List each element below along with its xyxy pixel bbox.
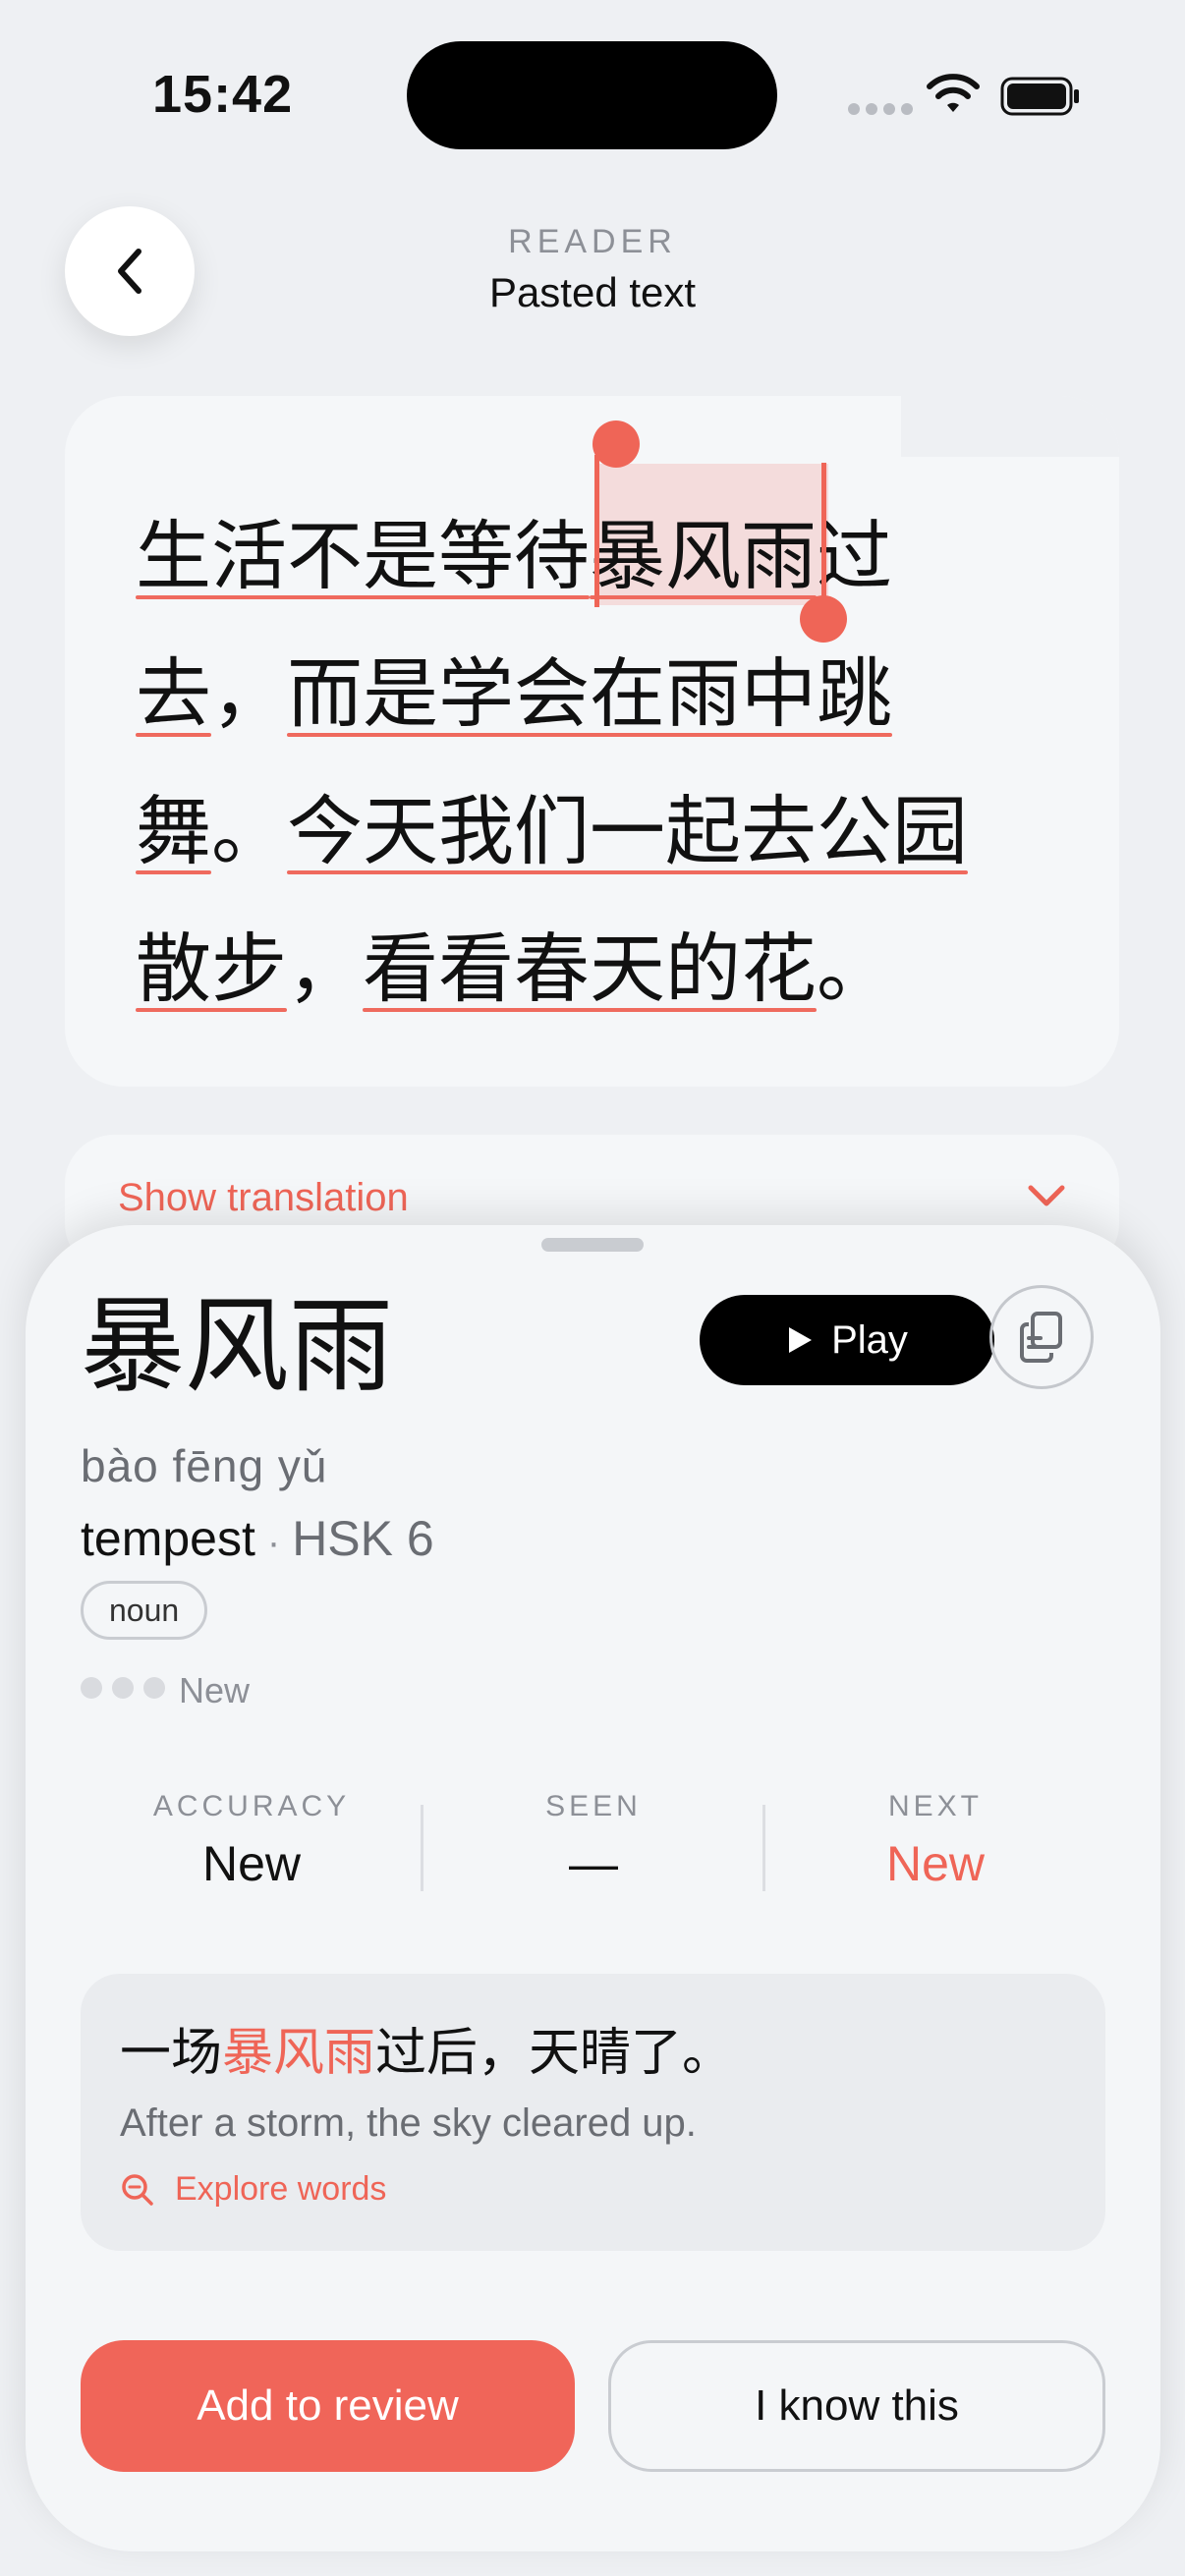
part-of-speech-chip: noun bbox=[81, 1581, 208, 1640]
play-label: Play bbox=[831, 1317, 908, 1362]
example-english: After a storm, the sky cleared up. bbox=[120, 2101, 697, 2145]
reader-word[interactable]: 今天我们一起去公园 bbox=[287, 764, 968, 902]
page-title: Pasted text bbox=[488, 269, 697, 315]
header-eyebrow: READER bbox=[508, 223, 677, 260]
copy-icon bbox=[1020, 1312, 1062, 1363]
reader-word-selected[interactable]: 暴风雨 bbox=[590, 489, 817, 627]
reader-punctuation: 。 bbox=[817, 926, 892, 1014]
selection-start-handle[interactable] bbox=[592, 420, 640, 468]
hsk-level: HSK 6 bbox=[292, 1511, 434, 1566]
play-button[interactable]: Play bbox=[700, 1295, 994, 1385]
reader-punctuation: ， bbox=[287, 926, 363, 1014]
battery-icon bbox=[1000, 77, 1079, 116]
mastery-dot bbox=[112, 1677, 134, 1699]
reader-card: 生活不是等待暴风雨过 去，而是学会在雨中跳 舞。今天我们一起去公园 散步，看看春… bbox=[65, 396, 1119, 1087]
word-status: New bbox=[179, 1670, 251, 1710]
stat-label: NEXT bbox=[887, 1790, 983, 1822]
selection-start-bar bbox=[594, 455, 599, 607]
mastery-dots bbox=[81, 1677, 165, 1699]
stat-next: NEXT New bbox=[764, 1790, 1106, 1892]
reader-punctuation: ， bbox=[211, 651, 287, 739]
reader-line: 去，而是学会在雨中跳 bbox=[136, 627, 1059, 764]
stat-value: — bbox=[569, 1836, 618, 1891]
explore-words-label: Explore words bbox=[175, 2170, 387, 2208]
example-highlight: 暴风雨 bbox=[222, 2024, 376, 2083]
reader-word[interactable]: 舞 bbox=[136, 764, 211, 902]
reader-word[interactable]: 看看春天的花 bbox=[363, 902, 817, 1039]
reader-line: 舞。今天我们一起去公园 bbox=[136, 764, 1059, 902]
reader-word[interactable]: 生活不是等待 bbox=[136, 489, 590, 627]
word-hanzi: 暴风雨 bbox=[81, 1286, 393, 1407]
i-know-this-button[interactable]: I know this bbox=[608, 2340, 1105, 2472]
example-sentence-card: 一场暴风雨过后，天晴了。 After a storm, the sky clea… bbox=[81, 1974, 1105, 2251]
copy-button[interactable] bbox=[989, 1285, 1094, 1389]
example-chinese: 一场暴风雨过后，天晴了。 bbox=[120, 2024, 734, 2083]
reader-line: 散步，看看春天的花。 bbox=[136, 902, 1059, 1039]
stat-value: New bbox=[201, 1836, 302, 1891]
cellular-signal-icon bbox=[848, 103, 913, 115]
word-detail-sheet: 暴风雨 Play bào fēng yǔ tempest · HSK 6 noun … bbox=[26, 1225, 1160, 2551]
stat-seen: SEEN — bbox=[423, 1790, 764, 1892]
status-time: 15:42 bbox=[152, 65, 294, 124]
reader-word[interactable]: 而是学会在雨中跳 bbox=[287, 627, 892, 764]
play-icon bbox=[789, 1327, 813, 1353]
stat-label: SEEN bbox=[545, 1790, 642, 1822]
show-translation-label: Show translation bbox=[118, 1176, 409, 1219]
add-to-review-button[interactable]: Add to review bbox=[81, 2340, 575, 2472]
selection-end-handle[interactable] bbox=[800, 595, 847, 643]
word-stats: ACCURACY New SEEN — NEXT New bbox=[81, 1790, 1105, 1898]
selection-end-bar bbox=[821, 463, 826, 615]
reader-punctuation: 。 bbox=[211, 789, 287, 876]
chevron-down-icon bbox=[1028, 1185, 1065, 1206]
word-pinyin: bào fēng yǔ bbox=[81, 1440, 328, 1491]
word-meaning: tempest bbox=[81, 1511, 255, 1566]
reader-word[interactable]: 散步 bbox=[136, 902, 287, 1039]
wifi-icon bbox=[927, 74, 980, 112]
meaning-separator: · bbox=[266, 1521, 281, 1564]
sheet-grabber[interactable] bbox=[541, 1238, 644, 1252]
stat-label: ACCURACY bbox=[152, 1790, 351, 1822]
dynamic-island bbox=[407, 41, 777, 149]
mastery-dot bbox=[81, 1677, 102, 1699]
explore-words-link[interactable]: Explore words bbox=[120, 2170, 386, 2209]
stat-value: New bbox=[885, 1836, 986, 1891]
mastery-dot bbox=[143, 1677, 165, 1699]
stat-accuracy: ACCURACY New bbox=[81, 1790, 423, 1892]
search-zoom-icon bbox=[122, 2173, 153, 2206]
word-meaning-row: tempest · HSK 6 bbox=[81, 1510, 434, 1567]
reader-word[interactable]: 去 bbox=[136, 627, 211, 764]
status-bar: 15:42 bbox=[0, 0, 1185, 187]
